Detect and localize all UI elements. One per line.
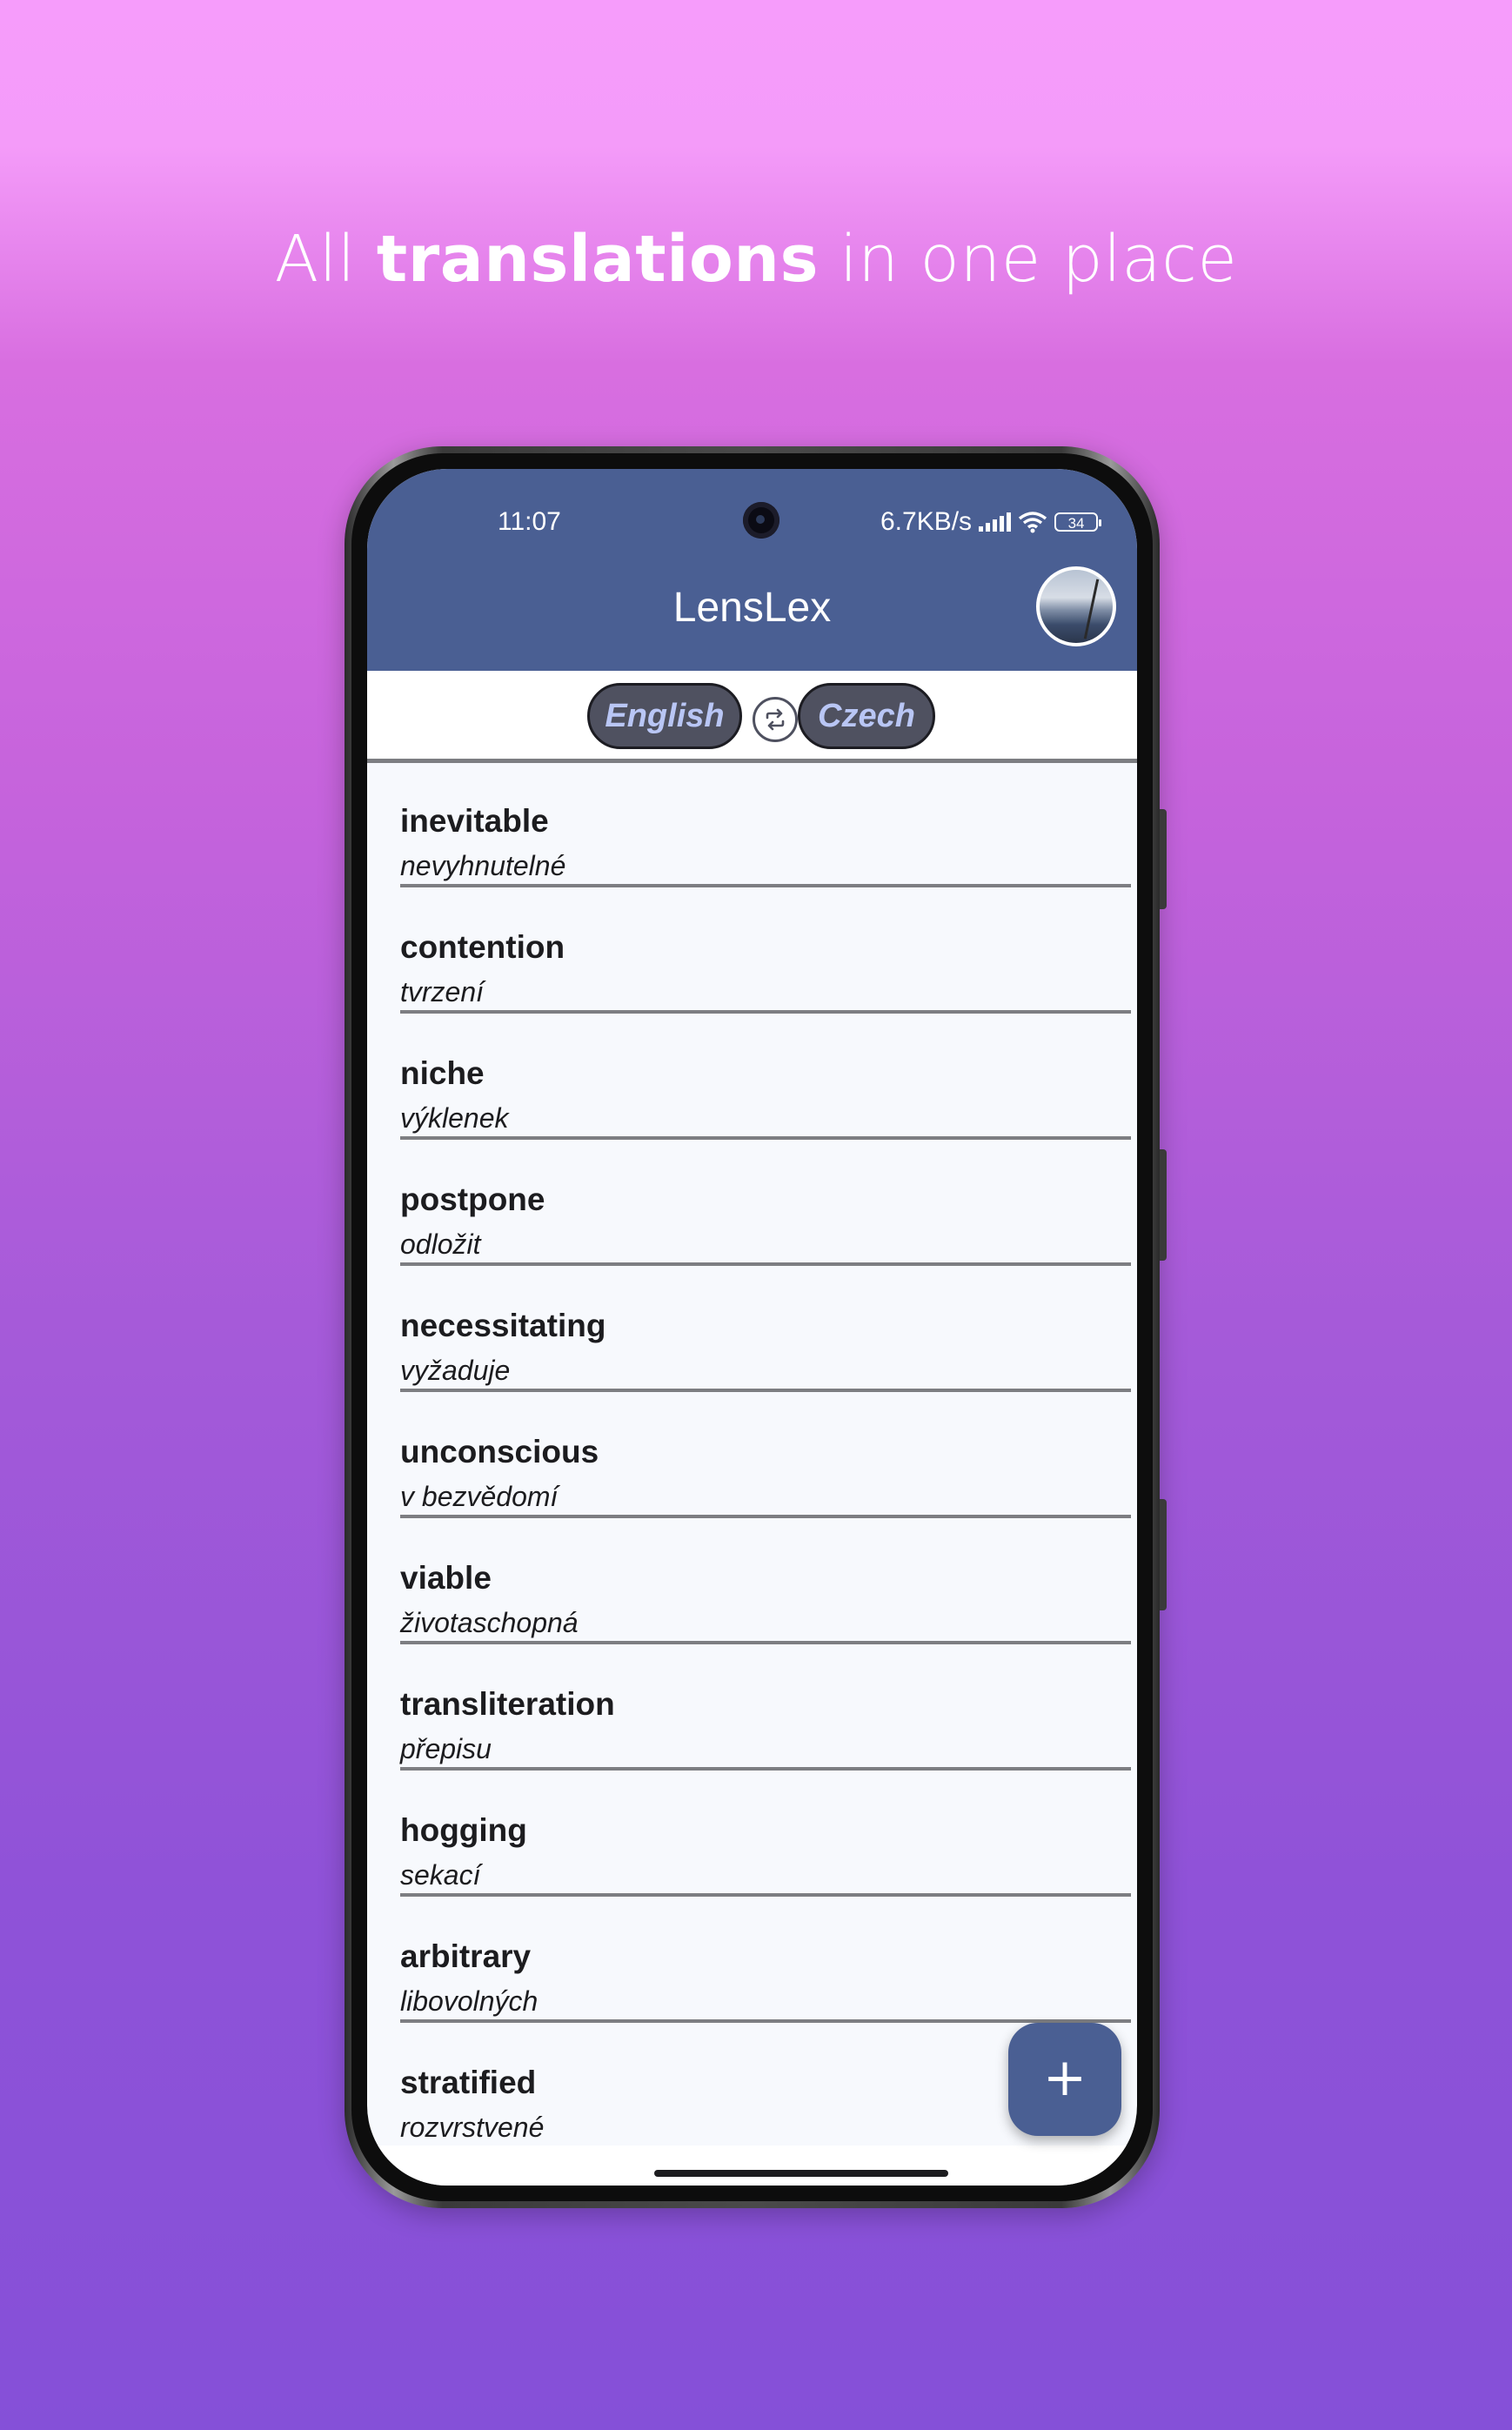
- wifi-icon: [1018, 512, 1047, 533]
- list-item[interactable]: viable životaschopná: [400, 1520, 1131, 1644]
- list-item[interactable]: necessitating vyžaduje: [400, 1268, 1131, 1392]
- source-word: transliteration: [400, 1686, 615, 1722]
- list-item[interactable]: transliteration přepisu: [400, 1646, 1131, 1771]
- list-item[interactable]: niche výklenek: [400, 1015, 1131, 1140]
- translated-word: libovolných: [400, 1985, 539, 2017]
- battery-icon: 34: [1054, 512, 1102, 532]
- translated-word: přepisu: [400, 1733, 492, 1764]
- source-word: niche: [400, 1055, 485, 1091]
- translated-word: nevyhnutelné: [400, 850, 566, 881]
- translated-word: životaschopná: [400, 1607, 579, 1638]
- network-speed: 6.7KB/s: [880, 507, 973, 536]
- app-title: LensLex: [672, 585, 832, 631]
- target-language-button[interactable]: Czech: [798, 683, 935, 749]
- list-item[interactable]: hogging sekací: [400, 1772, 1131, 1897]
- profile-avatar[interactable]: [1036, 566, 1116, 646]
- front-camera: [743, 502, 779, 539]
- swap-icon: [766, 708, 785, 731]
- language-bar: English Czech: [367, 671, 1137, 763]
- navigation-bar: [367, 2145, 1137, 2186]
- home-indicator[interactable]: [654, 2170, 948, 2177]
- volume-button: [1160, 1499, 1167, 1610]
- app-bar: 11:07 6.7KB/s 34 LensLex: [367, 469, 1137, 671]
- phone-bezel: 11:07 6.7KB/s 34 LensLex English Czech i…: [351, 453, 1153, 2201]
- battery-level: 34: [1067, 515, 1085, 532]
- source-word: necessitating: [400, 1308, 606, 1343]
- list-item[interactable]: contention tvrzení: [400, 889, 1131, 1014]
- list-item[interactable]: inevitable nevyhnutelné: [400, 763, 1131, 887]
- source-language-button[interactable]: English: [587, 683, 742, 749]
- source-word: hogging: [400, 1812, 527, 1848]
- source-word: stratified: [400, 2065, 537, 2100]
- headline-bold: translations: [376, 222, 820, 297]
- headline: All translations in one place: [0, 222, 1512, 297]
- phone-screen: 11:07 6.7KB/s 34 LensLex English Czech i…: [367, 469, 1137, 2186]
- status-right: 6.7KB/s 34: [880, 507, 1102, 537]
- plus-icon: +: [1042, 2047, 1087, 2108]
- headline-suffix: in one place: [840, 222, 1238, 297]
- volume-button: [1160, 1149, 1167, 1261]
- phone-frame: 11:07 6.7KB/s 34 LensLex English Czech i…: [345, 446, 1167, 2208]
- translated-word: výklenek: [400, 1102, 509, 1134]
- source-word: inevitable: [400, 803, 549, 839]
- list-item[interactable]: postpone odložit: [400, 1141, 1131, 1266]
- translated-word: rozvrstvené: [400, 2112, 545, 2143]
- list-item[interactable]: arbitrary libovolných: [400, 1898, 1131, 2023]
- headline-prefix: All: [274, 222, 356, 297]
- swap-languages-button[interactable]: [753, 697, 798, 742]
- translated-word: sekací: [400, 1859, 481, 1891]
- signal-icon: [979, 512, 1012, 532]
- source-word: contention: [400, 929, 565, 965]
- add-translation-button[interactable]: +: [1008, 2023, 1121, 2136]
- translated-word: tvrzení: [400, 976, 485, 1007]
- source-word: postpone: [400, 1182, 545, 1217]
- status-time: 11:07: [498, 507, 561, 536]
- source-word: unconscious: [400, 1434, 599, 1469]
- list-item[interactable]: unconscious v bezvědomí: [400, 1394, 1131, 1518]
- translated-word: odložit: [400, 1228, 481, 1260]
- source-word: viable: [400, 1560, 492, 1596]
- source-word: arbitrary: [400, 1938, 532, 1974]
- translated-word: v bezvědomí: [400, 1481, 559, 1512]
- translated-word: vyžaduje: [400, 1355, 511, 1386]
- power-button: [1160, 809, 1167, 909]
